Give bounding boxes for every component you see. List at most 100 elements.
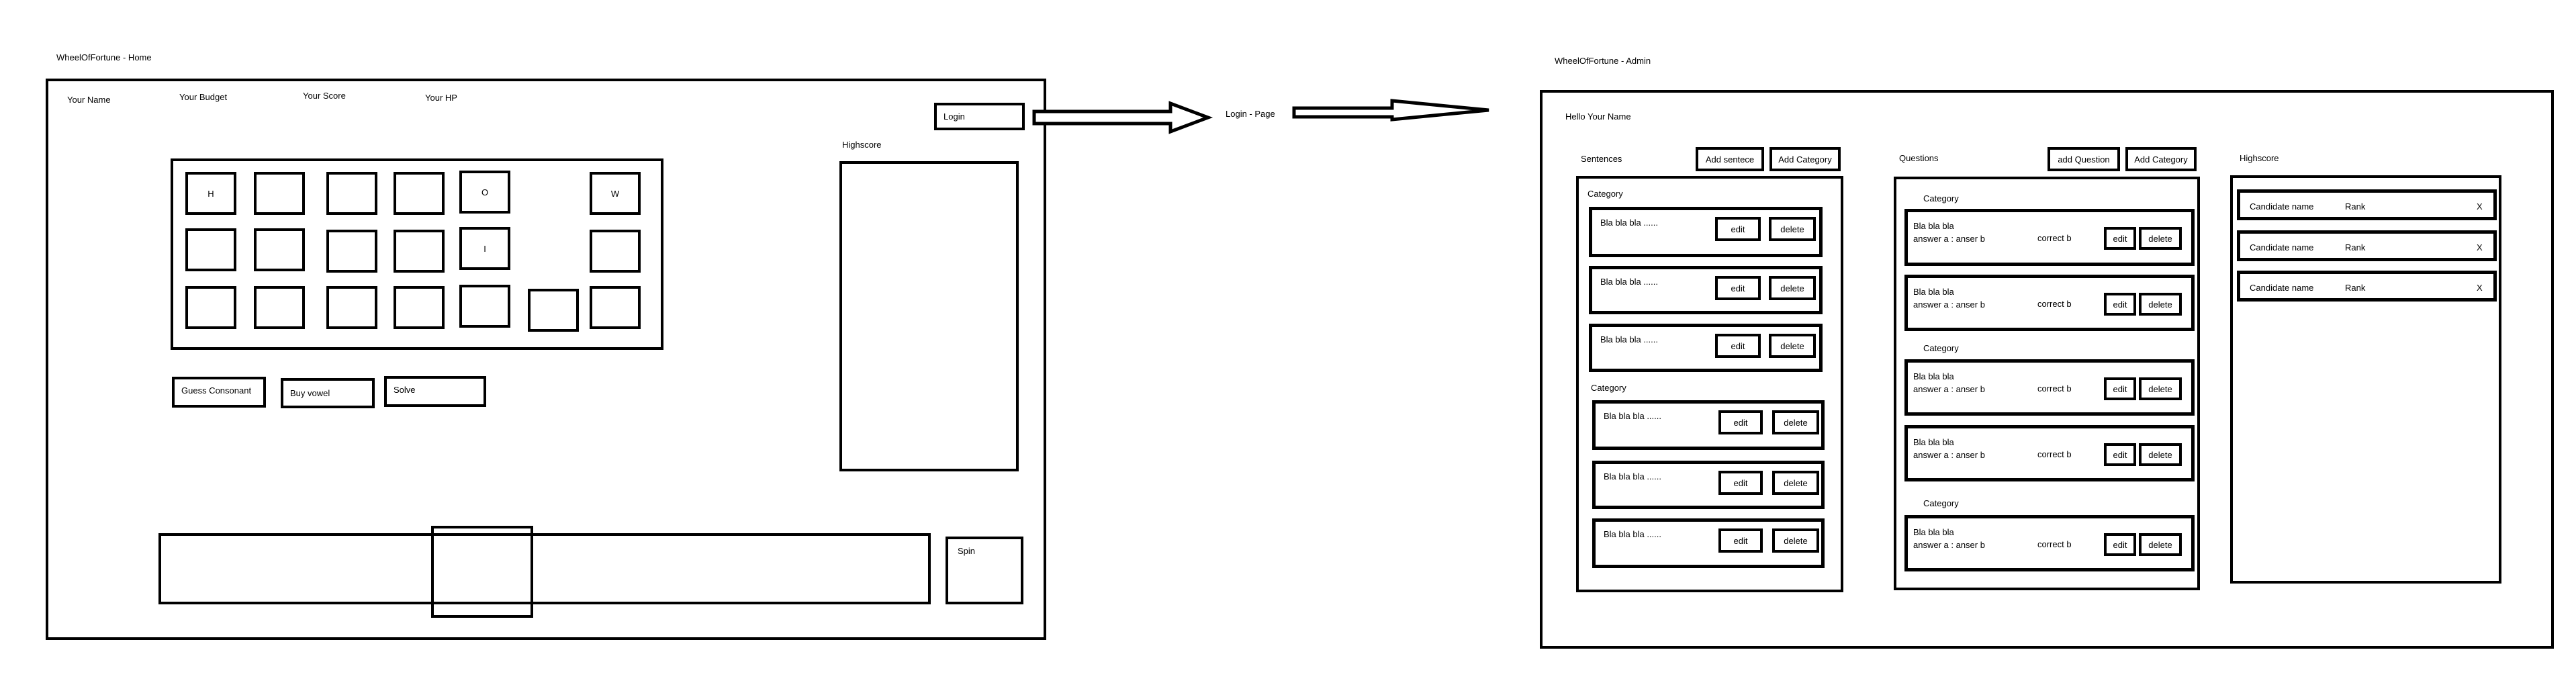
login-button[interactable]: Login [934, 103, 1025, 130]
candidate-rank: Rank [2345, 201, 2366, 212]
home-title: WheelOfFortune - Home [56, 52, 152, 62]
edit-button[interactable]: edit [1715, 334, 1761, 358]
category-label: Category [1923, 193, 1959, 203]
question-row: Bla bla bla answer a : anser b correct b … [1904, 515, 2195, 571]
candidate-name: Candidate name [2250, 201, 2314, 212]
letter-tile [459, 285, 510, 328]
question-text: Bla bla bla answer a : anser b [1913, 437, 1985, 460]
edit-button[interactable]: edit [2104, 443, 2136, 466]
edit-button[interactable]: edit [2104, 377, 2136, 400]
delete-button[interactable]: delete [1769, 334, 1816, 358]
letter-tile: O [459, 171, 510, 214]
your-hp-label: Your HP [425, 93, 457, 103]
edit-button[interactable]: edit [1718, 528, 1763, 553]
letter-tile [528, 289, 579, 332]
letter-tile [326, 172, 377, 215]
remove-candidate-button[interactable]: X [2477, 242, 2483, 252]
admin-title: WheelOfFortune - Admin [1555, 56, 1651, 66]
question-text: Bla bla bla answer a : anser b [1913, 371, 1985, 394]
delete-button[interactable]: delete [2139, 443, 2182, 466]
question-row: Bla bla bla answer a : anser b correct b … [1904, 425, 2195, 481]
edit-button[interactable]: edit [2104, 293, 2136, 316]
delete-button[interactable]: delete [1769, 217, 1816, 241]
questions-label: Questions [1899, 153, 1939, 163]
delete-button[interactable]: delete [2139, 377, 2182, 400]
delete-button[interactable]: delete [1772, 410, 1819, 434]
question-text: Bla bla bla answer a : anser b [1913, 287, 1985, 310]
delete-button[interactable]: delete [2139, 293, 2182, 316]
letter-tile [254, 286, 305, 329]
delete-button[interactable]: delete [1772, 528, 1819, 553]
correct-answer: correct b [2037, 299, 2072, 309]
correct-answer: correct b [2037, 383, 2072, 394]
delete-button[interactable]: delete [2139, 533, 2182, 556]
letter-tile [326, 230, 377, 273]
edit-button[interactable]: edit [2104, 227, 2136, 250]
highscore-panel [839, 161, 1019, 471]
your-name-label: Your Name [67, 95, 111, 105]
spin-button[interactable]: Spin [946, 537, 1023, 604]
correct-answer: correct b [2037, 233, 2072, 243]
sentence-row: Bla bla bla ...... edit delete [1589, 324, 1823, 372]
buy-vowel-button[interactable]: Buy vowel [281, 378, 375, 408]
sentences-label: Sentences [1581, 154, 1622, 164]
edit-button[interactable]: edit [1718, 471, 1763, 495]
sentence-row: Bla bla bla ...... edit delete [1592, 518, 1825, 568]
add-question-category-button[interactable]: Add Category [2125, 147, 2197, 171]
admin-highscore-label: Highscore [2240, 153, 2279, 163]
remove-candidate-button[interactable]: X [2477, 201, 2483, 212]
highscore-row: Candidate name Rank X [2237, 230, 2497, 261]
question-row: Bla bla bla answer a : anser b correct b … [1904, 359, 2195, 416]
sentence-row: Bla bla bla ...... edit delete [1589, 207, 1823, 257]
delete-button[interactable]: delete [1772, 471, 1819, 495]
sentence-text: Bla bla bla ...... [1600, 218, 1658, 228]
candidate-rank: Rank [2345, 283, 2366, 293]
category-label: Category [1588, 189, 1623, 199]
remove-candidate-button[interactable]: X [2477, 283, 2483, 293]
category-label: Category [1923, 498, 1959, 508]
letter-tile [185, 228, 236, 271]
edit-button[interactable]: edit [2104, 533, 2136, 556]
sentence-text: Bla bla bla ...... [1600, 277, 1658, 287]
letter-tile [254, 172, 305, 215]
letter-tile [590, 230, 641, 273]
edit-button[interactable]: edit [1718, 410, 1763, 434]
greeting-label: Hello Your Name [1565, 111, 1631, 122]
letter-tile [394, 172, 445, 215]
sentence-row: Bla bla bla ...... edit delete [1592, 461, 1825, 509]
your-budget-label: Your Budget [179, 92, 228, 102]
edit-button[interactable]: edit [1715, 217, 1761, 241]
letter-tile: I [459, 227, 510, 270]
arrow-to-admin-icon [1292, 99, 1489, 122]
question-text: Bla bla bla answer a : anser b [1913, 527, 1985, 550]
solve-button[interactable]: Solve [384, 376, 486, 407]
category-label: Category [1923, 343, 1959, 353]
letter-tile [394, 230, 445, 273]
candidate-name: Candidate name [2250, 283, 2314, 293]
delete-button[interactable]: delete [2139, 227, 2182, 250]
sentence-text: Bla bla bla ...... [1604, 529, 1661, 539]
question-row: Bla bla bla answer a : anser b correct b … [1904, 209, 2195, 266]
wheel-selector [431, 526, 533, 618]
sentence-row: Bla bla bla ...... edit delete [1592, 400, 1825, 450]
letter-tile: H [185, 172, 236, 215]
correct-answer: correct b [2037, 539, 2072, 549]
candidate-name: Candidate name [2250, 242, 2314, 252]
guess-consonant-button[interactable]: Guess Consonant [172, 377, 266, 408]
highscore-row: Candidate name Rank X [2237, 271, 2497, 302]
wheel-strip [158, 533, 931, 604]
correct-answer: correct b [2037, 449, 2072, 459]
add-question-button[interactable]: add Question [2048, 147, 2120, 171]
add-sentence-button[interactable]: Add sentece [1696, 147, 1764, 171]
arrow-to-login-icon [1032, 101, 1213, 134]
delete-button[interactable]: delete [1769, 276, 1816, 300]
add-category-button[interactable]: Add Category [1769, 147, 1841, 171]
edit-button[interactable]: edit [1715, 276, 1761, 300]
sentence-row: Bla bla bla ...... edit delete [1589, 266, 1823, 314]
question-row: Bla bla bla answer a : anser b correct b … [1904, 275, 2195, 331]
letter-tile [326, 286, 377, 329]
login-page-label: Login - Page [1226, 109, 1275, 119]
letter-tile [185, 286, 236, 329]
sentence-text: Bla bla bla ...... [1600, 334, 1658, 344]
letter-tile [394, 286, 445, 329]
